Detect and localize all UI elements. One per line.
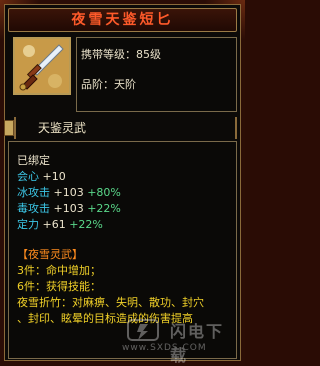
watermark-brand: 闪电下载	[170, 322, 225, 365]
set-skill-line-1: 夜雪折竹：对麻痹、失明、散功、封穴	[17, 296, 204, 309]
set-bonus-6: 6件：获得技能：	[17, 280, 101, 293]
tooltip-frame: 夜雪天鉴短匕 携带等级：85级 品阶：天阶 天鉴灵武 已绑定 会心 +10 冰攻…	[0, 0, 245, 365]
stat-percent: +22%	[69, 218, 103, 231]
stat-ice-attack: 冰攻击 +103 +80%	[17, 184, 121, 200]
item-info-box: 携带等级：85级 品阶：天阶	[76, 37, 237, 112]
stat-label: 会心	[17, 170, 39, 183]
watermark-logo-icon	[127, 319, 159, 341]
banner-ornament	[4, 120, 14, 136]
stat-value: +103	[53, 186, 84, 199]
set-name: 【夜雪灵武】	[17, 248, 83, 261]
set-bonus-3: 3件：命中增加；	[17, 264, 101, 277]
dagger-icon[interactable]	[13, 37, 71, 95]
stat-poison-attack: 毒攻击 +103 +22%	[17, 200, 121, 216]
stat-crit: 会心 +10	[17, 168, 66, 184]
dagger-icon-graphic	[15, 39, 69, 93]
stat-value: +10	[42, 170, 66, 183]
stat-label: 毒攻击	[17, 202, 50, 215]
watermark-text: www.SXDS.COM	[122, 343, 207, 353]
bound-status: 已绑定	[17, 154, 50, 167]
stat-percent: +80%	[87, 186, 121, 199]
item-series: 天鉴灵武	[14, 117, 237, 139]
stat-focus: 定力 +61 +22%	[17, 216, 103, 232]
item-grade: 品阶：天阶	[81, 78, 136, 91]
item-title: 夜雪天鉴短匕	[8, 8, 237, 32]
stat-percent: +22%	[87, 202, 121, 215]
stat-label: 冰攻击	[17, 186, 50, 199]
site-watermark: 闪电下载 www.SXDS.COM	[120, 318, 232, 365]
stat-value: +103	[53, 202, 84, 215]
stat-label: 定力	[17, 218, 39, 231]
stat-value: +61	[42, 218, 66, 231]
carry-level: 携带等级：85级	[81, 48, 161, 61]
